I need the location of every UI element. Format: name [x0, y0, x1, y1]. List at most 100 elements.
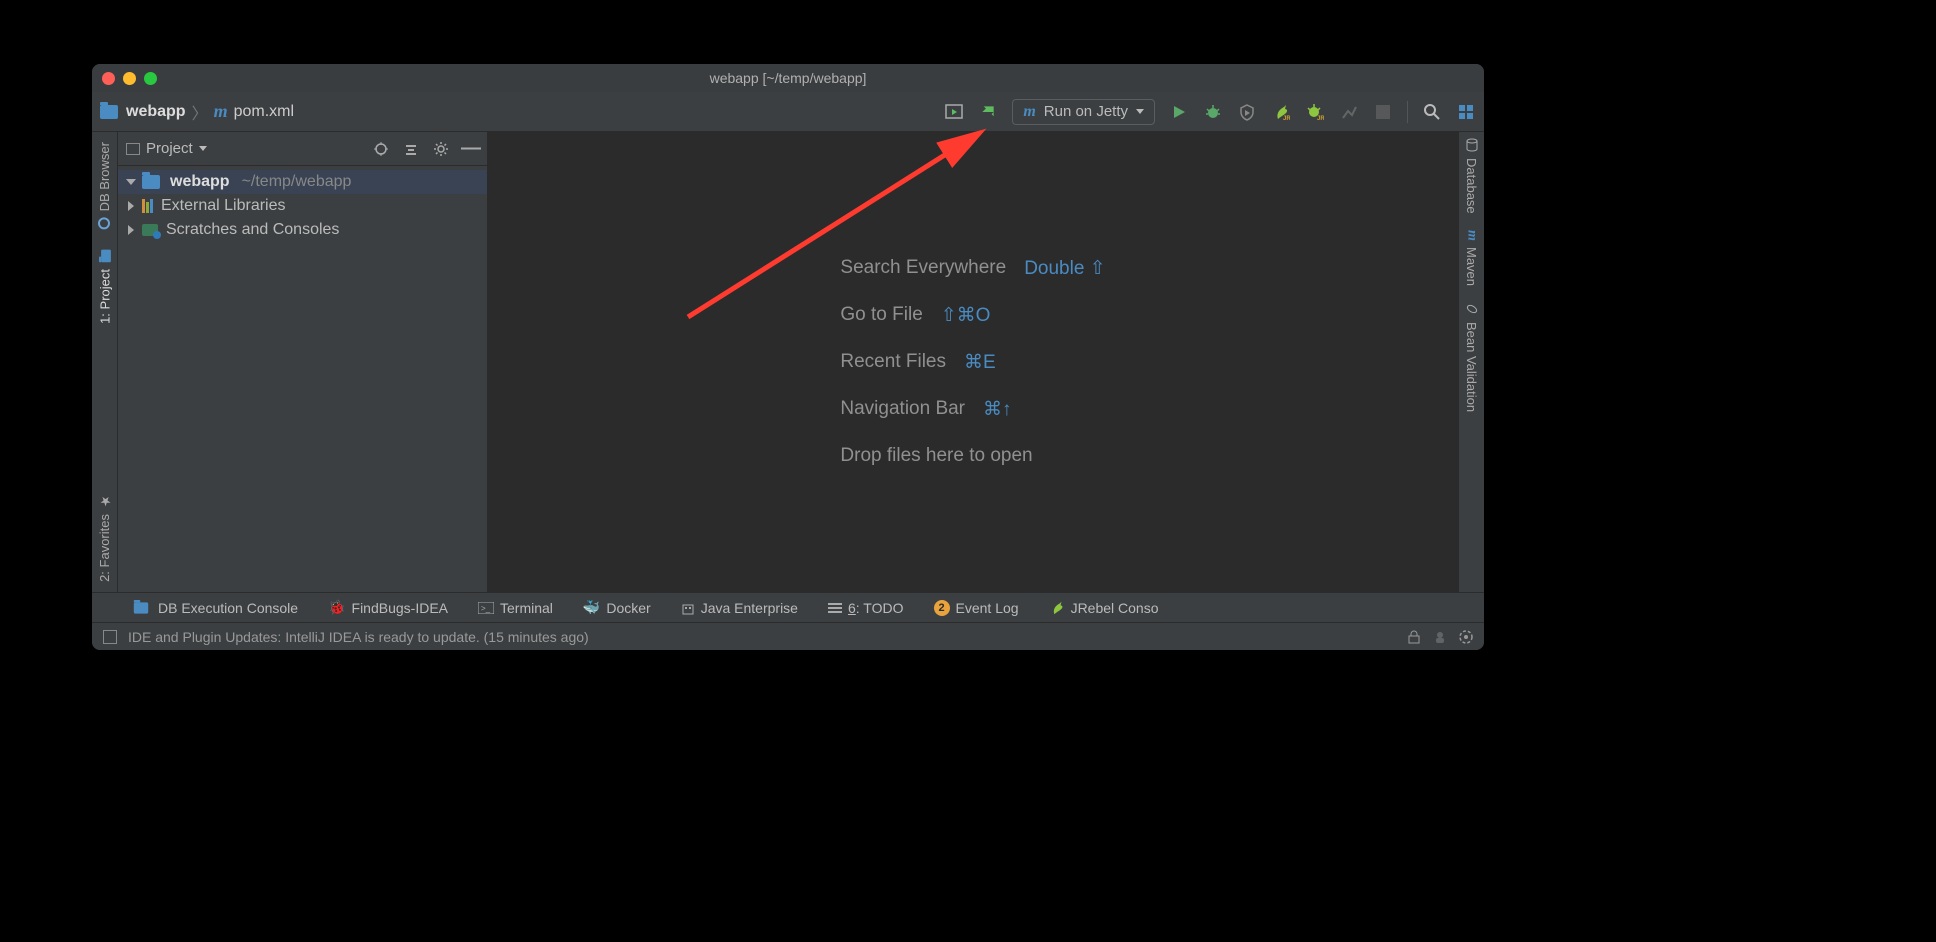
memory-indicator-icon[interactable]	[1458, 629, 1474, 645]
status-message[interactable]: IDE and Plugin Updates: IntelliJ IDEA is…	[128, 629, 589, 645]
tool-windows-toggle-icon[interactable]	[102, 629, 118, 645]
tree-root-node[interactable]: webapp ~/temp/webapp	[118, 170, 487, 194]
findbugs-tab[interactable]: 🐞 FindBugs-IDEA	[328, 599, 448, 616]
toolbar: m Run on Jetty JR JR	[944, 99, 1476, 125]
search-everywhere-icon[interactable]	[1422, 102, 1442, 122]
stop-button[interactable]	[1373, 102, 1393, 122]
svg-text:>_: >_	[481, 604, 491, 613]
expand-toggle-icon[interactable]	[126, 179, 136, 185]
inspector-icon[interactable]	[1432, 629, 1448, 645]
build-icon[interactable]	[978, 102, 998, 122]
breadcrumb: webapp 〉 m pom.xml	[100, 100, 294, 124]
tree-node-label: Scratches and Consoles	[166, 221, 339, 239]
bug-icon: 🐞	[328, 599, 345, 616]
favorites-tab-label: 2: Favorites	[97, 514, 112, 582]
tree-external-libraries[interactable]: External Libraries	[118, 194, 487, 218]
scratches-icon	[142, 224, 158, 236]
editor-hints: Search Everywhere Double ⇧ Go to File ⇧⌘…	[840, 257, 1105, 467]
docker-tab[interactable]: 🐳 Docker	[583, 599, 651, 616]
maven-run-icon: m	[1023, 103, 1035, 121]
jrebel-run-button[interactable]: JR	[1271, 102, 1291, 122]
lock-icon[interactable]	[1406, 629, 1422, 645]
libraries-icon	[142, 199, 153, 213]
docker-icon: 🐳	[583, 599, 600, 616]
hint-label: Go to File	[840, 304, 922, 327]
maven-tab[interactable]: m Maven	[1464, 230, 1480, 286]
project-tool-window: Project — webapp ~/temp/	[118, 132, 488, 592]
gear-icon[interactable]	[433, 141, 449, 157]
database-icon	[1465, 138, 1479, 152]
locate-icon[interactable]	[373, 141, 389, 157]
titlebar[interactable]: webapp [~/temp/webapp]	[92, 64, 1484, 92]
hint-label: Navigation Bar	[840, 398, 965, 421]
terminal-tab[interactable]: >_ Terminal	[478, 600, 553, 616]
project-view-icon	[126, 143, 140, 155]
tool-label: Java Enterprise	[701, 600, 798, 616]
tool-label: FindBugs-IDEA	[352, 600, 448, 616]
run-configuration-selector[interactable]: m Run on Jetty	[1012, 99, 1155, 125]
status-bar: IDE and Plugin Updates: IntelliJ IDEA is…	[92, 622, 1484, 650]
jrebel-console-tab[interactable]: JRebel Conso	[1049, 600, 1159, 616]
maven-tab-label: Maven	[1464, 247, 1479, 286]
hint-navigation-bar: Navigation Bar ⌘↑	[840, 398, 1105, 421]
database-tab-label: Database	[1464, 158, 1479, 214]
db-browser-tab[interactable]: DB Browser	[97, 142, 112, 229]
hint-label: Search Everywhere	[840, 257, 1006, 280]
collapse-all-icon[interactable]	[403, 141, 419, 157]
hide-tool-window-icon[interactable]: —	[463, 141, 479, 157]
hint-label: Drop files here to open	[840, 445, 1032, 467]
minimize-window-button[interactable]	[123, 72, 136, 85]
bottom-tool-bar: DB Execution Console 🐞 FindBugs-IDEA >_ …	[92, 592, 1484, 622]
run-configuration-label: Run on Jetty	[1044, 103, 1128, 120]
window-controls	[102, 72, 157, 85]
chevron-down-icon[interactable]	[199, 146, 207, 151]
expand-toggle-icon[interactable]	[128, 201, 134, 211]
bean-validation-tab[interactable]: Bean Validation	[1464, 302, 1479, 412]
building-icon	[681, 601, 695, 615]
chevron-down-icon	[1136, 109, 1144, 114]
hint-label: Recent Files	[840, 351, 946, 374]
database-tab[interactable]: Database	[1464, 138, 1479, 214]
folder-icon	[100, 105, 118, 119]
hint-recent-files: Recent Files ⌘E	[840, 351, 1105, 374]
breadcrumb-project[interactable]: webapp	[126, 103, 186, 121]
maven-icon: m	[1464, 230, 1480, 241]
profiler-button[interactable]	[1339, 102, 1359, 122]
window-title: webapp [~/temp/webapp]	[92, 70, 1484, 86]
ide-window: webapp [~/temp/webapp] webapp 〉 m pom.xm…	[92, 64, 1484, 650]
java-ee-tab[interactable]: Java Enterprise	[681, 600, 798, 616]
bean-validation-label: Bean Validation	[1464, 322, 1479, 412]
folder-icon	[101, 250, 111, 263]
editor-area[interactable]: Search Everywhere Double ⇧ Go to File ⇧⌘…	[488, 132, 1458, 592]
run-dashboard-icon[interactable]	[944, 102, 964, 122]
hint-shortcut: Double ⇧	[1024, 257, 1105, 280]
ide-settings-icon[interactable]	[1456, 102, 1476, 122]
project-tree[interactable]: webapp ~/temp/webapp External Libraries …	[118, 166, 487, 246]
hint-go-to-file: Go to File ⇧⌘O	[840, 304, 1105, 327]
favorites-tab[interactable]: 2: Favorites ★	[97, 493, 112, 582]
project-tool-header: Project —	[118, 132, 487, 166]
close-window-button[interactable]	[102, 72, 115, 85]
debug-button[interactable]	[1203, 102, 1223, 122]
run-button[interactable]	[1169, 102, 1189, 122]
db-exec-console-tab[interactable]: DB Execution Console	[132, 600, 298, 616]
tool-label: Event Log	[956, 600, 1019, 616]
terminal-icon: >_	[478, 602, 494, 614]
jrebel-debug-button[interactable]: JR	[1305, 102, 1325, 122]
coverage-button[interactable]	[1237, 102, 1257, 122]
hint-shortcut: ⌘E	[964, 351, 996, 374]
list-icon	[828, 602, 842, 614]
breadcrumb-file[interactable]: pom.xml	[234, 103, 294, 121]
project-tool-title[interactable]: Project	[146, 140, 193, 157]
project-tab[interactable]: 1: Project	[95, 249, 115, 324]
event-log-tab[interactable]: 2 Event Log	[934, 600, 1019, 616]
tree-node-path: ~/temp/webapp	[242, 173, 352, 191]
tree-scratches[interactable]: Scratches and Consoles	[118, 218, 487, 242]
expand-toggle-icon[interactable]	[128, 225, 134, 235]
svg-text:JR: JR	[1317, 116, 1324, 121]
todo-tab[interactable]: 6: TODO	[828, 600, 904, 616]
tool-label: DB Execution Console	[158, 600, 298, 616]
hint-shortcut: ⇧⌘O	[941, 304, 991, 327]
jrebel-icon	[1049, 600, 1065, 616]
maximize-window-button[interactable]	[144, 72, 157, 85]
